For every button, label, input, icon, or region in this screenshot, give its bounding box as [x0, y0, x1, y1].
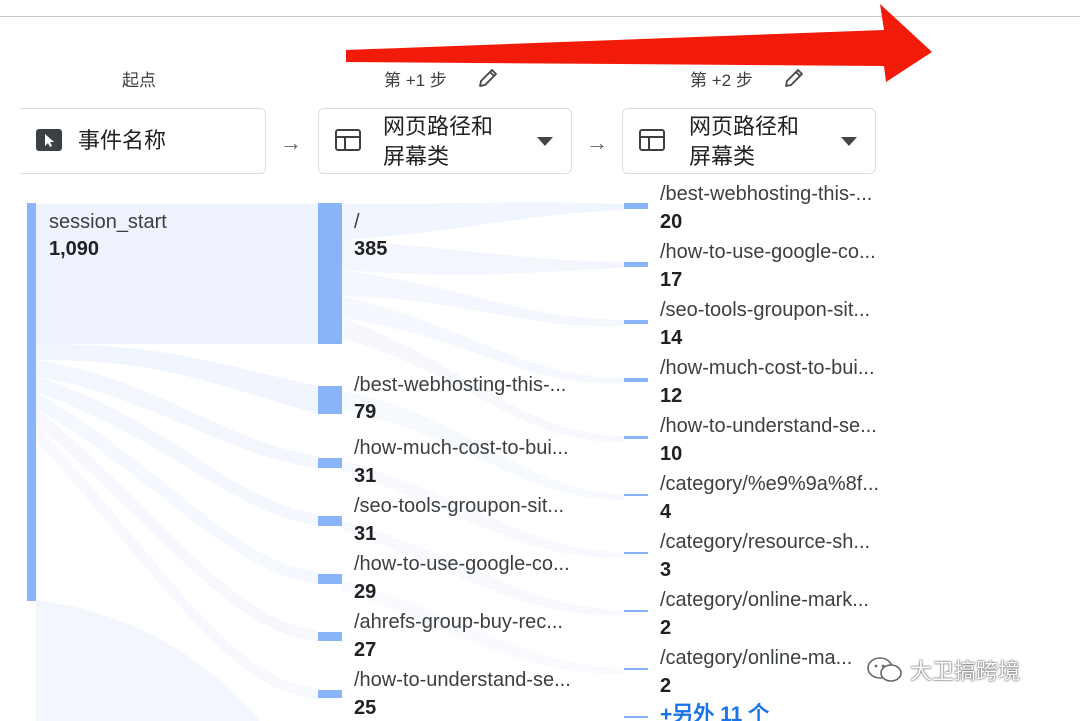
bar-step1-2 — [318, 458, 342, 468]
start-dimension-label: 事件名称 — [78, 128, 167, 153]
step2-node-label[interactable]: /how-to-use-google-co... — [660, 241, 876, 264]
bar-step1-1 — [318, 386, 342, 414]
bar-step1-4 — [318, 574, 342, 584]
bar-step1-0 — [318, 203, 342, 344]
step2-node-label[interactable]: /category/resource-sh... — [660, 531, 870, 554]
show-more-link[interactable]: +另外 11 个 — [660, 698, 769, 721]
watermark-text: 大卫搞跨境 — [910, 659, 1021, 684]
bar-start — [27, 203, 36, 601]
step1-node-value: 31 — [354, 465, 377, 487]
step1-node-label[interactable]: /seo-tools-groupon-sit... — [354, 495, 564, 518]
step1-node-label[interactable]: /how-much-cost-to-bui... — [354, 437, 569, 460]
step2-node-label[interactable]: /category/%e9%9a%8f... — [660, 473, 879, 496]
step1-dimension-line2: 屏幕类 — [383, 144, 450, 169]
step2-node-value: 10 — [660, 443, 683, 465]
bar-step1-3 — [318, 516, 342, 526]
web-page-icon — [335, 129, 361, 151]
step1-node-value: 25 — [354, 697, 377, 719]
step1-node-value: 29 — [354, 581, 377, 603]
bar-step1-6 — [318, 690, 342, 698]
arrow-right-icon: → — [280, 130, 302, 155]
start-node-value: 1,090 — [49, 238, 100, 260]
bar-step2-0 — [624, 203, 648, 209]
step2-node-value: 17 — [660, 269, 683, 291]
bar-step1-5 — [318, 632, 342, 641]
bar-step2-5 — [624, 494, 648, 496]
step2-node-value: 12 — [660, 385, 683, 407]
bar-step2-1 — [624, 262, 648, 267]
col-label-step1: 第 +1 步 — [384, 71, 447, 90]
step2-node-label[interactable]: /best-webhosting-this-... — [660, 183, 872, 206]
bar-step2-more — [624, 716, 648, 718]
step1-node-label[interactable]: /ahrefs-group-buy-rec... — [354, 611, 563, 634]
bar-step2-3 — [624, 378, 648, 382]
step2-node-label[interactable]: /category/online-mark... — [660, 589, 869, 612]
step2-dimension-line1: 网页路径和 — [689, 114, 800, 139]
col-label-start: 起点 — [122, 71, 156, 90]
bar-step2-6 — [624, 552, 648, 554]
step1-node-value: 31 — [354, 523, 377, 545]
step1-node-value: 79 — [354, 401, 377, 423]
step2-dimension-selector[interactable]: 网页路径和 屏幕类 — [622, 108, 876, 174]
step2-dimension-line2: 屏幕类 — [689, 144, 756, 169]
dropdown-caret-icon — [537, 137, 553, 146]
bar-step2-7 — [624, 610, 648, 612]
edit-pencil-icon[interactable] — [782, 66, 806, 90]
step1-node-label[interactable]: / — [354, 211, 360, 234]
web-page-icon — [639, 129, 665, 151]
step2-node-value: 20 — [660, 211, 683, 233]
cursor-event-icon — [36, 129, 62, 151]
step2-node-label[interactable]: /how-to-understand-se... — [660, 415, 877, 438]
step2-node-label[interactable]: /how-much-cost-to-bui... — [660, 357, 875, 380]
wechat-icon — [867, 657, 902, 682]
bar-step2-2 — [624, 320, 648, 324]
watermark: 大卫搞跨境 — [866, 654, 1020, 686]
step2-node-value: 3 — [660, 559, 672, 581]
arrow-right-icon: → — [586, 130, 608, 155]
step2-node-value: 14 — [660, 327, 683, 349]
step1-node-label[interactable]: /how-to-understand-se... — [354, 669, 571, 692]
bar-step2-8 — [624, 668, 648, 670]
step2-node-value: 2 — [660, 617, 672, 639]
step2-node-label[interactable]: /category/online-ma... — [660, 647, 852, 670]
step1-dimension-selector[interactable]: 网页路径和 屏幕类 — [318, 108, 572, 174]
step2-node-value: 2 — [660, 675, 672, 697]
edit-pencil-icon[interactable] — [476, 66, 500, 90]
step1-node-value: 27 — [354, 639, 377, 661]
step2-node-label[interactable]: /seo-tools-groupon-sit... — [660, 299, 870, 322]
col-label-step2: 第 +2 步 — [690, 71, 753, 90]
step1-node-label[interactable]: /how-to-use-google-co... — [354, 553, 570, 576]
step2-node-value: 4 — [660, 501, 672, 523]
dropdown-caret-icon — [841, 137, 857, 146]
start-node-label[interactable]: session_start — [49, 211, 167, 234]
step1-node-label[interactable]: /best-webhosting-this-... — [354, 374, 566, 397]
bar-step2-4 — [624, 436, 648, 439]
step1-dimension-line1: 网页路径和 — [383, 114, 494, 139]
start-dimension-selector[interactable]: 事件名称 — [20, 108, 266, 174]
step1-node-value: 385 — [354, 238, 388, 260]
